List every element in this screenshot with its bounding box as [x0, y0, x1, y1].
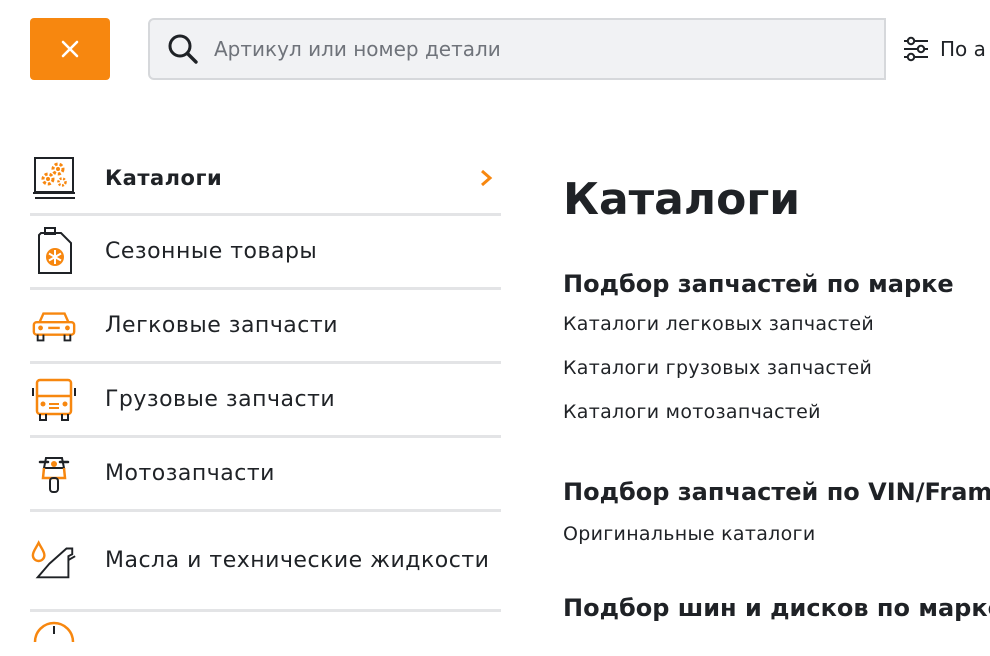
menu-item-oils-fluids[interactable]: Масла и технические жидкости [30, 512, 501, 612]
search-input[interactable] [214, 29, 854, 69]
section-heading: Подбор шин и дисков по марке [563, 594, 990, 622]
menu-item-moto-parts[interactable]: Мотозапчасти [30, 438, 501, 512]
close-menu-button[interactable] [30, 18, 110, 80]
menu-item-label: Легковые запчасти [105, 312, 339, 338]
section-by-vin: Подбор запчастей по VIN/Frame Оригинальн… [563, 476, 990, 556]
link-original-catalogs[interactable]: Оригинальные каталоги [563, 512, 990, 556]
filter-label: По а [940, 37, 986, 61]
menu-item-label: Масла и технические жидкости [105, 547, 490, 573]
canister-snowflake-icon [30, 226, 78, 276]
gauge-icon [30, 608, 78, 656]
menu-item-label: Каталоги [105, 165, 223, 190]
link-moto-catalogs[interactable]: Каталоги мотозапчастей [563, 390, 990, 434]
motorcycle-icon [30, 450, 78, 498]
menu-item-catalogs[interactable]: Каталоги [30, 142, 501, 216]
catalog-menu: Каталоги Сезонные товары Легковые запчас… [30, 142, 501, 652]
menu-item-label: Грузовые запчасти [105, 386, 336, 412]
link-truck-catalogs[interactable]: Каталоги грузовых запчастей [563, 346, 990, 390]
link-car-catalogs[interactable]: Каталоги легковых запчастей [563, 302, 990, 346]
truck-icon [30, 376, 78, 424]
menu-item-seasonal[interactable]: Сезонные товары [30, 216, 501, 290]
menu-item-label: Сезонные товары [105, 238, 318, 264]
page-title: Каталоги [563, 174, 801, 225]
filter-button[interactable]: По а [884, 18, 990, 80]
search-bar: По а [148, 18, 990, 80]
close-icon [61, 40, 79, 58]
section-heading: Подбор запчастей по VIN/Frame [563, 478, 990, 506]
catalogs-panel: Каталоги Подбор запчастей по марке Катал… [563, 170, 990, 624]
menu-item-partial[interactable] [30, 612, 501, 652]
chevron-right-icon [481, 169, 493, 187]
oil-can-icon [30, 537, 78, 585]
section-heading: Подбор запчастей по марке [563, 270, 954, 298]
car-icon [30, 302, 78, 350]
filter-sliders-icon [904, 36, 928, 62]
menu-item-car-parts[interactable]: Легковые запчасти [30, 290, 501, 364]
search-icon[interactable] [166, 32, 200, 66]
menu-item-truck-parts[interactable]: Грузовые запчасти [30, 364, 501, 438]
menu-item-label: Мотозапчасти [105, 460, 275, 486]
section-by-brand: Подбор запчастей по марке Каталоги легко… [563, 268, 990, 434]
catalog-book-gears-icon [30, 154, 78, 202]
section-tires-wheels: Подбор шин и дисков по марке [563, 592, 990, 624]
